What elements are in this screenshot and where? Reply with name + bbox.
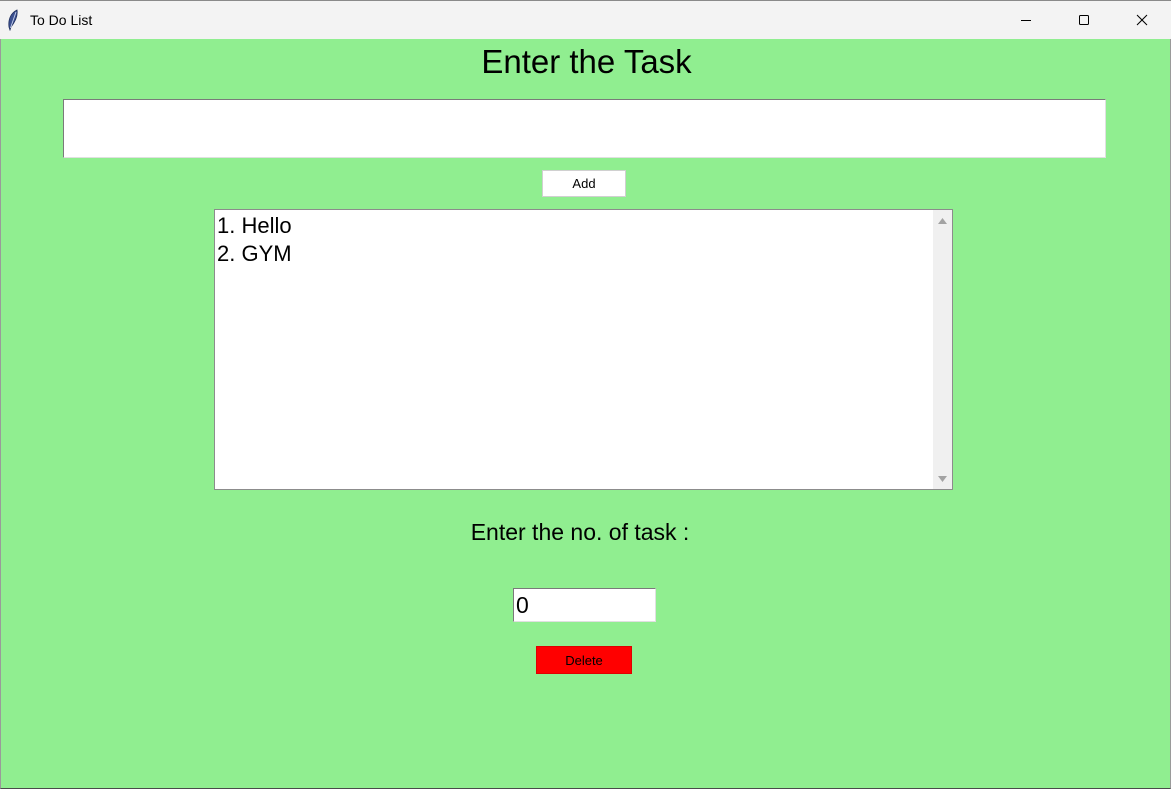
app-window: To Do List Enter the Task Add 1. Hello 2.… [0,0,1171,790]
task-number-input[interactable] [513,588,656,622]
vertical-scrollbar[interactable] [933,210,952,489]
maximize-icon [1078,14,1090,26]
task-number-label: Enter the no. of task : [470,519,690,545]
delete-button[interactable]: Delete [536,646,632,674]
list-item[interactable]: 1. Hello [217,212,929,240]
scroll-up-arrow-icon[interactable] [933,212,952,229]
maximize-button[interactable] [1055,1,1113,39]
minimize-icon [1020,14,1032,26]
scroll-down-arrow-icon[interactable] [933,470,952,487]
add-button[interactable]: Add [542,170,626,197]
close-icon [1136,14,1148,26]
minimize-button[interactable] [997,1,1055,39]
task-input[interactable] [63,99,1106,158]
title-bar[interactable]: To Do List [0,0,1171,39]
main-panel: Enter the Task Add 1. Hello 2. GYM Enter … [0,39,1171,789]
window-title: To Do List [30,12,93,28]
close-button[interactable] [1113,1,1171,39]
task-list: 1. Hello 2. GYM [217,212,929,268]
list-item[interactable]: 2. GYM [217,240,929,268]
page-title: Enter the Task [481,43,692,80]
task-listbox[interactable]: 1. Hello 2. GYM [214,209,953,490]
feather-icon [6,9,20,32]
